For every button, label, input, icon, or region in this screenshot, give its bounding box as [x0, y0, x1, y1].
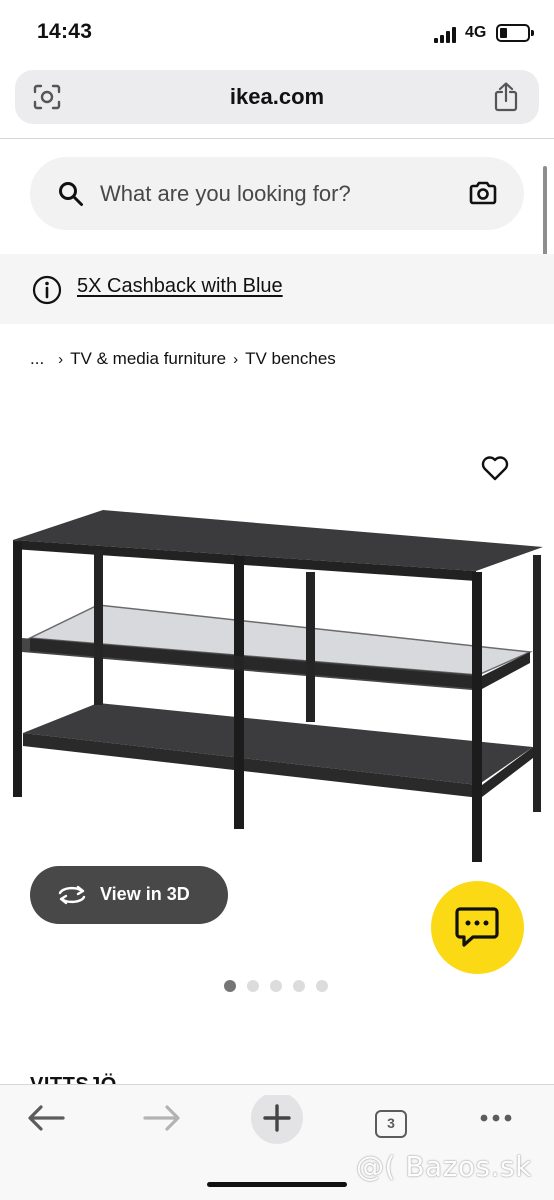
back-arrow-icon — [28, 1105, 65, 1131]
rotate-3d-icon — [58, 885, 86, 905]
carousel-dot[interactable] — [224, 980, 236, 992]
chevron-right-icon: › — [58, 350, 64, 368]
carousel-dot[interactable] — [270, 980, 282, 992]
chat-button[interactable] — [431, 881, 524, 974]
chevron-right-icon: › — [233, 350, 239, 368]
tabs-button[interactable]: 3 — [363, 1095, 419, 1151]
tabs-icon: 3 — [375, 1110, 407, 1138]
cellular-signal-icon — [434, 27, 458, 43]
tv-bench-illustration — [13, 510, 543, 862]
home-indicator[interactable] — [207, 1182, 347, 1187]
battery-icon — [496, 24, 534, 42]
search-input[interactable] — [100, 157, 460, 230]
more-icon — [480, 1114, 512, 1122]
more-button[interactable] — [468, 1095, 524, 1151]
share-icon[interactable] — [493, 82, 519, 112]
new-tab-button[interactable] — [249, 1095, 305, 1151]
network-type: 4G — [465, 24, 487, 41]
watermark: @( Bazos.sk — [356, 1150, 532, 1183]
plus-icon — [251, 1095, 303, 1144]
cashback-link[interactable]: 5X Cashback with Blue — [77, 275, 283, 298]
breadcrumb-tv-benches[interactable]: TV benches — [245, 349, 336, 369]
status-bar: 14:43 4G — [0, 0, 554, 64]
search-box[interactable] — [30, 157, 524, 230]
chat-icon — [455, 907, 499, 947]
breadcrumb-tv-media-furniture[interactable]: TV & media furniture — [70, 349, 226, 369]
heart-icon[interactable] — [481, 455, 509, 481]
carousel-dot[interactable] — [293, 980, 305, 992]
divider — [0, 138, 554, 139]
back-button[interactable] — [19, 1095, 75, 1151]
status-time: 14:43 — [37, 20, 93, 43]
forward-button[interactable] — [133, 1095, 189, 1151]
search-icon — [59, 182, 83, 206]
view-in-3d-button[interactable]: View in 3D — [30, 866, 228, 924]
carousel-dot[interactable] — [316, 980, 328, 992]
forward-arrow-icon — [143, 1105, 180, 1131]
view-in-3d-label: View in 3D — [100, 884, 190, 904]
breadcrumb: ... › TV & media furniture › TV benches — [30, 349, 336, 369]
carousel-dot[interactable] — [247, 980, 259, 992]
breadcrumb-ellipsis[interactable]: ... — [30, 349, 44, 369]
address-bar[interactable]: ikea.com — [15, 70, 539, 124]
promo-banner: 5X Cashback with Blue — [0, 254, 554, 324]
carousel-indicator — [224, 980, 328, 992]
camera-icon[interactable] — [469, 181, 497, 205]
url-text[interactable]: ikea.com — [15, 84, 539, 110]
info-icon — [32, 275, 62, 305]
product-image[interactable] — [8, 500, 548, 870]
